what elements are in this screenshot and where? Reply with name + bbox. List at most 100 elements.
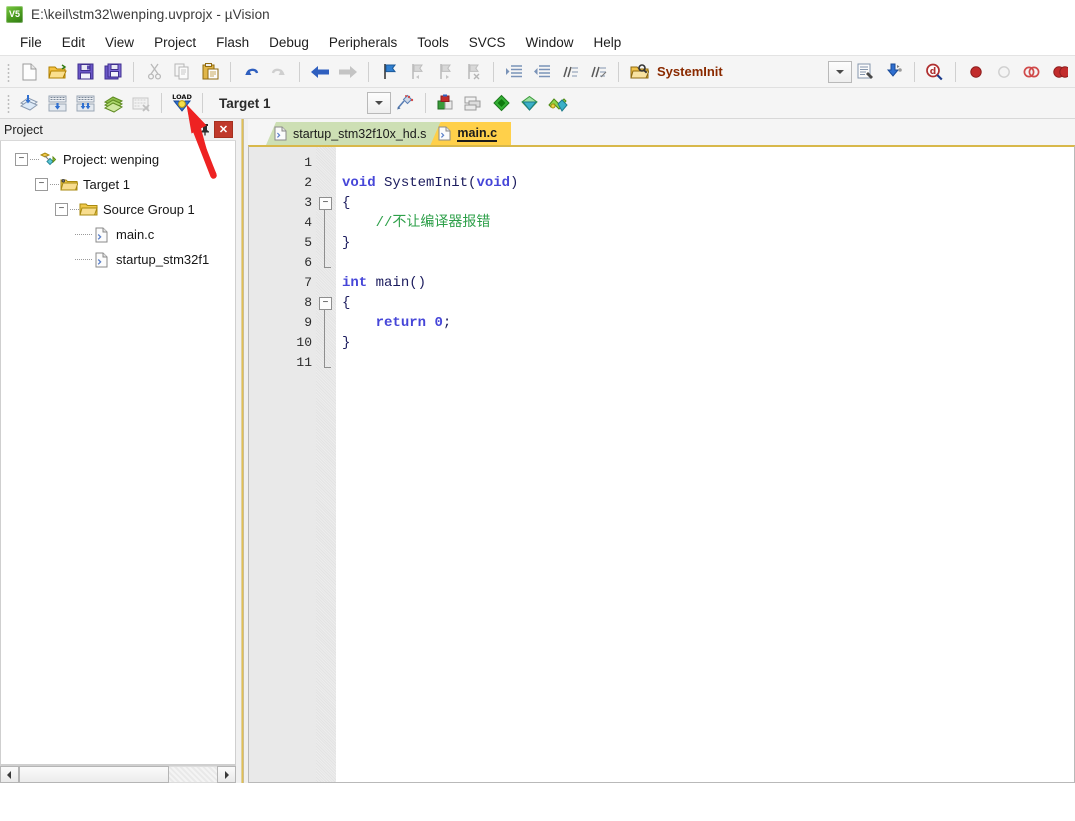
- download-blue-icon[interactable]: [880, 59, 908, 85]
- function-combo-arrow-icon[interactable]: [827, 60, 852, 83]
- fold-bracket-end: [324, 267, 331, 268]
- rebuild-icon[interactable]: [71, 90, 99, 116]
- code-folding-column[interactable]: − −: [316, 147, 336, 782]
- project-tree[interactable]: − Project: wenping − Target 1 − Source G…: [0, 141, 236, 765]
- line-number: 8: [304, 295, 312, 310]
- navigate-forward-icon[interactable]: [334, 59, 362, 85]
- build-separator-2: [202, 93, 203, 113]
- scroll-right-arrow-icon[interactable]: [217, 766, 236, 783]
- tree-node-target[interactable]: − Target 1: [7, 172, 235, 197]
- fold-toggle-line-8[interactable]: −: [319, 297, 332, 310]
- pin-icon[interactable]: [196, 121, 214, 138]
- indent-decrease-icon[interactable]: [528, 59, 556, 85]
- build-separator-1: [161, 93, 162, 113]
- tree-node-source-group[interactable]: − Source Group 1: [7, 197, 235, 222]
- expander-project[interactable]: −: [15, 153, 28, 166]
- tree-node-startup-file[interactable]: startup_stm32f1: [7, 247, 235, 272]
- fold-bracket-line: [324, 208, 325, 267]
- toolbar-separator-8: [954, 61, 956, 82]
- project-panel-title: Project: [4, 122, 43, 137]
- copy-icon[interactable]: [168, 59, 196, 85]
- text-select-icon[interactable]: [852, 59, 880, 85]
- app-icon-text: V5: [8, 8, 20, 19]
- expander-target[interactable]: −: [35, 178, 48, 191]
- menu-edit[interactable]: Edit: [52, 33, 95, 52]
- cut-icon[interactable]: [140, 59, 168, 85]
- undo-icon[interactable]: [237, 59, 265, 85]
- target-selector-value[interactable]: Target 1: [219, 96, 271, 111]
- scroll-thumb[interactable]: [19, 766, 169, 783]
- token-comment: //不让编译器报错: [342, 215, 491, 231]
- scroll-left-arrow-icon[interactable]: [0, 766, 19, 783]
- build-toolbar-grip[interactable]: [5, 93, 12, 113]
- tree-node-main-c[interactable]: main.c: [7, 222, 235, 247]
- bookmark-clear-icon[interactable]: [459, 59, 487, 85]
- open-file-icon[interactable]: [43, 59, 71, 85]
- expander-source-group[interactable]: −: [55, 203, 68, 216]
- batch-build-icon[interactable]: [99, 90, 127, 116]
- comment-icon[interactable]: [556, 59, 584, 85]
- bookmark-toggle-icon[interactable]: [375, 59, 403, 85]
- code-line-4: //不让编译器报错: [342, 213, 1074, 233]
- menu-flash[interactable]: Flash: [206, 33, 259, 52]
- stop-build-icon[interactable]: [127, 90, 155, 116]
- find-icon[interactable]: d: [921, 59, 949, 85]
- line-number: 3: [304, 195, 312, 210]
- editor-body[interactable]: 1 2 3 4 5 6 7 8 9 10 11 − − void SystemI…: [248, 145, 1075, 783]
- toolbar-grip[interactable]: [5, 61, 12, 82]
- menu-view[interactable]: View: [95, 33, 144, 52]
- line-number: 6: [304, 255, 312, 270]
- scroll-track[interactable]: [169, 766, 217, 783]
- redo-icon[interactable]: [265, 59, 293, 85]
- manage-project-items-icon[interactable]: [432, 90, 460, 116]
- menu-file[interactable]: File: [10, 33, 52, 52]
- menu-peripherals[interactable]: Peripherals: [319, 33, 407, 52]
- token-identifier: SystemInit: [384, 175, 469, 191]
- paste-icon[interactable]: [196, 59, 224, 85]
- breakpoint-insert-icon[interactable]: [962, 59, 990, 85]
- multi-project-workspace-icon[interactable]: [544, 90, 572, 116]
- bookmark-prev-icon[interactable]: [403, 59, 431, 85]
- code-text-area[interactable]: void SystemInit(void) { //不让编译器报错 } int …: [336, 147, 1074, 782]
- menu-help[interactable]: Help: [584, 33, 632, 52]
- panel-splitter[interactable]: [236, 119, 248, 783]
- save-icon[interactable]: [71, 59, 99, 85]
- target-combo-arrow-icon[interactable]: [366, 92, 391, 114]
- multi-project-icon[interactable]: [516, 90, 544, 116]
- indent-increase-icon[interactable]: [500, 59, 528, 85]
- translate-icon[interactable]: [15, 90, 43, 116]
- pack-installer-icon[interactable]: [460, 90, 488, 116]
- run-time-environment-icon[interactable]: [488, 90, 516, 116]
- build-icon[interactable]: [43, 90, 71, 116]
- menu-tools[interactable]: Tools: [407, 33, 459, 52]
- tab-startup-stm32f10x-hd-s[interactable]: startup_stm32f10x_hd.s: [266, 122, 441, 145]
- target-options-icon[interactable]: [391, 90, 419, 116]
- tree-node-project[interactable]: − Project: wenping: [7, 147, 235, 172]
- uncomment-icon[interactable]: [584, 59, 612, 85]
- breakpoint-disable-icon[interactable]: [990, 59, 1018, 85]
- breakpoint-disable-all-icon[interactable]: [1018, 59, 1046, 85]
- target-icon: [59, 176, 78, 193]
- menu-project[interactable]: Project: [144, 33, 206, 52]
- tab-label: main.c: [457, 125, 498, 142]
- tab-main-c[interactable]: main.c: [430, 122, 512, 145]
- breakpoint-kill-all-icon[interactable]: [1046, 59, 1074, 85]
- find-in-files-icon[interactable]: [625, 59, 653, 85]
- save-all-icon[interactable]: [99, 59, 127, 85]
- project-icon: [39, 151, 58, 168]
- menu-window[interactable]: Window: [515, 33, 583, 52]
- build-separator-3: [424, 93, 426, 113]
- bookmark-next-icon[interactable]: [431, 59, 459, 85]
- new-file-icon[interactable]: [15, 59, 43, 85]
- menu-debug[interactable]: Debug: [259, 33, 319, 52]
- project-horizontal-scrollbar[interactable]: [0, 765, 236, 783]
- fold-toggle-line-3[interactable]: −: [319, 197, 332, 210]
- download-load-icon[interactable]: LOAD: [168, 90, 196, 116]
- navigate-back-icon[interactable]: [306, 59, 334, 85]
- project-panel: Project ✕ − Project: wenping − Target 1 …: [0, 119, 236, 783]
- window-title: E:\keil\stm32\wenping.uvprojx - µVision: [31, 6, 270, 22]
- close-icon[interactable]: ✕: [214, 121, 233, 138]
- menu-svcs[interactable]: SVCS: [459, 33, 516, 52]
